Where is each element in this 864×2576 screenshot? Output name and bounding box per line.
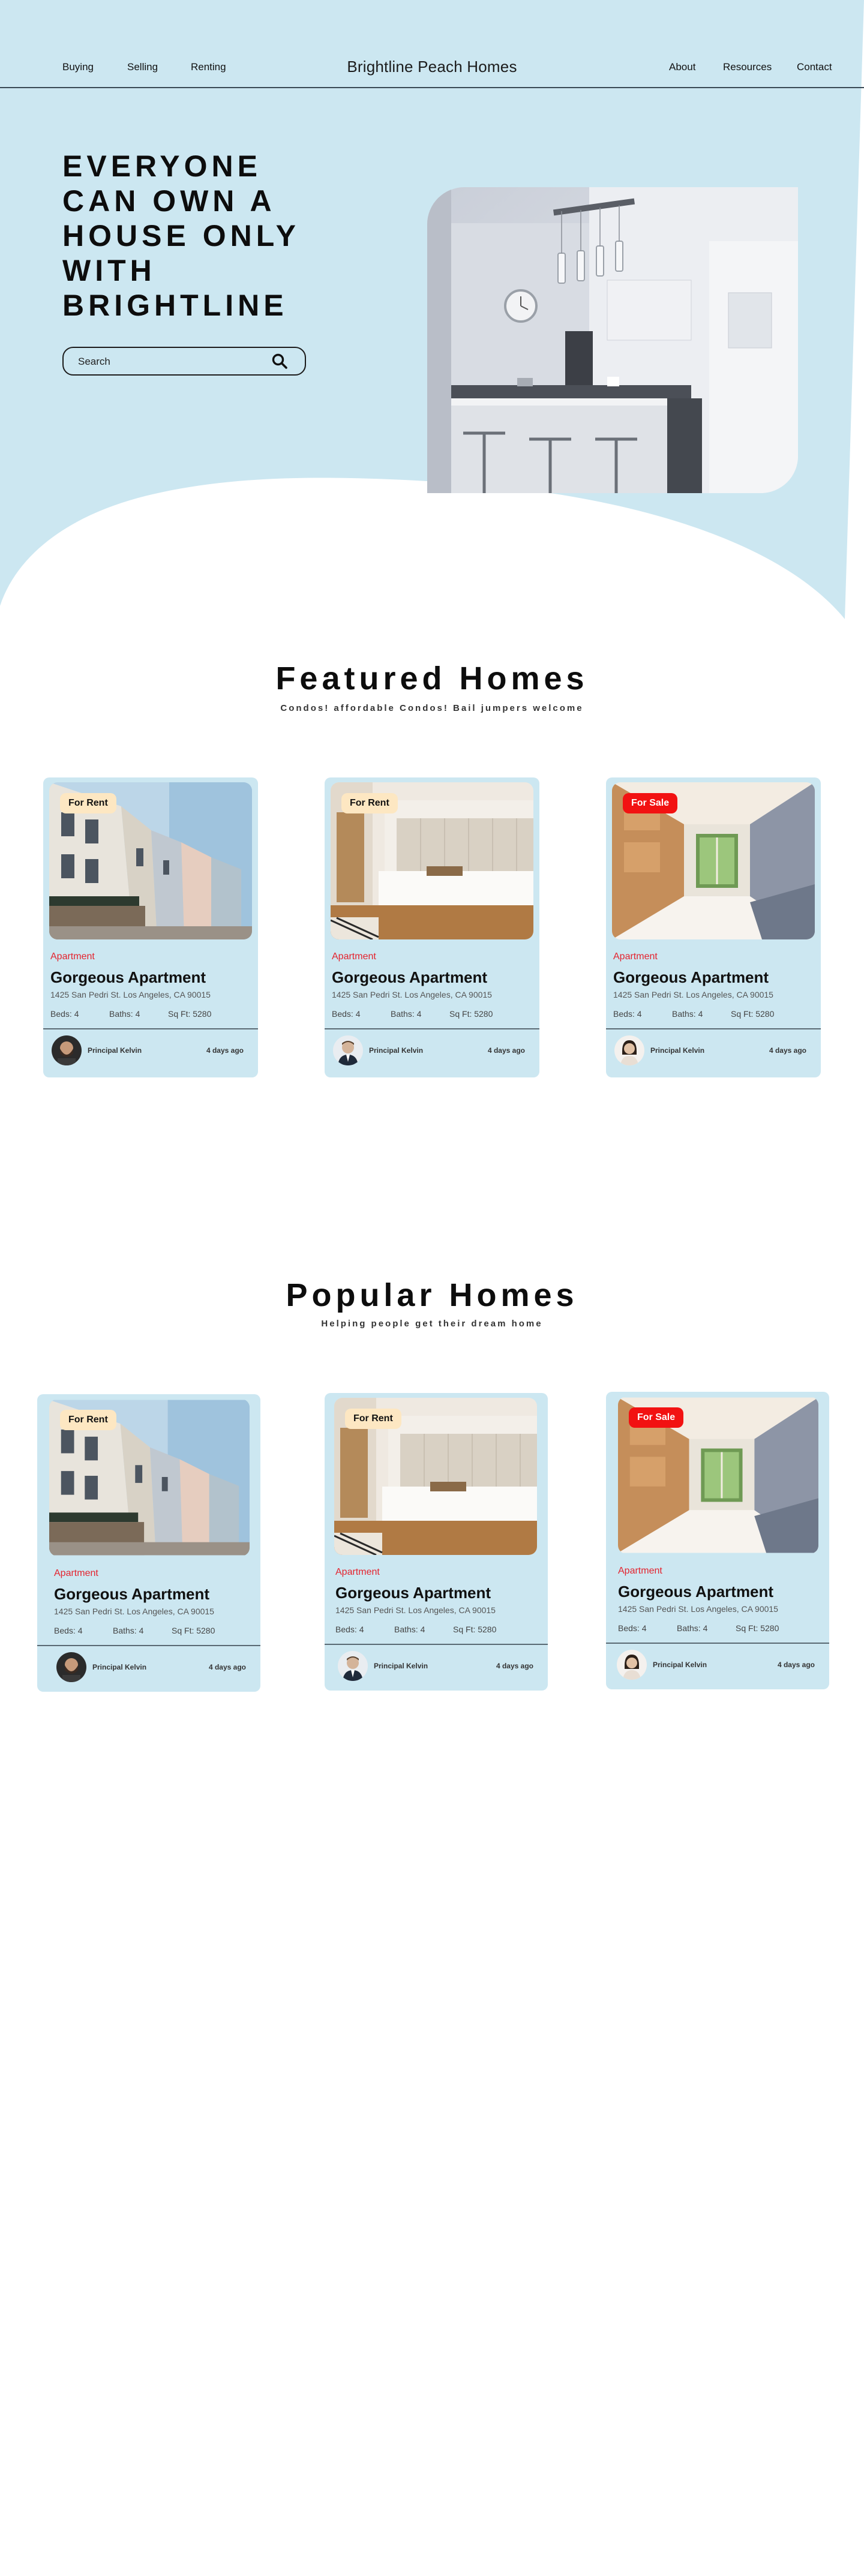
baths-count: Baths: 4 <box>672 1009 703 1019</box>
property-address: 1425 San Pedri St. Los Angeles, CA 90015 <box>50 990 211 999</box>
beds-count: Beds: 4 <box>50 1009 79 1019</box>
beds-count: Beds: 4 <box>618 1623 647 1633</box>
property-name[interactable]: Gorgeous Apartment <box>332 968 487 987</box>
kitchen-interior-photo: For Sale <box>618 1397 818 1554</box>
popular-card-2[interactable]: For Rent Apartment Gorgeous Apartment 14… <box>325 1393 548 1691</box>
search-icon[interactable] <box>271 353 288 370</box>
status-badge: For Rent <box>60 1410 116 1430</box>
sqft-value: Sq Ft: 5280 <box>172 1626 215 1635</box>
sqft-value: Sq Ft: 5280 <box>736 1623 779 1633</box>
agent-name[interactable]: Principal Kelvin <box>374 1662 428 1670</box>
agent-name[interactable]: Principal Kelvin <box>92 1663 146 1671</box>
featured-subtitle: Condos! affordable Condos! Bail jumpers … <box>280 703 584 713</box>
property-name[interactable]: Gorgeous Apartment <box>50 968 206 987</box>
popular-subtitle: Helping people get their dream home <box>321 1319 543 1329</box>
baths-count: Baths: 4 <box>113 1626 144 1635</box>
property-stats: Beds: 4 Baths: 4 Sq Ft: 5280 <box>50 1009 248 1021</box>
bedroom-photo: For Rent <box>334 1398 537 1555</box>
beds-count: Beds: 4 <box>332 1009 361 1019</box>
beds-count: Beds: 4 <box>54 1626 83 1635</box>
agent-name[interactable]: Principal Kelvin <box>650 1046 704 1055</box>
card-divider <box>606 1643 829 1644</box>
baths-count: Baths: 4 <box>109 1009 140 1019</box>
beds-count: Beds: 4 <box>335 1625 364 1634</box>
property-stats: Beds: 4 Baths: 4 Sq Ft: 5280 <box>618 1623 816 1635</box>
property-address: 1425 San Pedri St. Los Angeles, CA 90015 <box>613 990 773 999</box>
popular-card-1[interactable]: For Rent Apartment Gorgeous Apartment 14… <box>37 1394 260 1692</box>
search-bar[interactable] <box>62 347 306 376</box>
street-photo: For Rent <box>49 1399 250 1556</box>
sqft-value: Sq Ft: 5280 <box>449 1009 493 1019</box>
posted-time: 4 days ago <box>487 1046 525 1055</box>
featured-title: Featured Homes <box>275 660 589 696</box>
featured-card-2[interactable]: For Rent Apartment Gorgeous Apartment 14… <box>325 777 539 1077</box>
baths-count: Baths: 4 <box>391 1009 422 1019</box>
status-badge: For Rent <box>341 793 398 813</box>
baths-count: Baths: 4 <box>394 1625 425 1634</box>
property-name[interactable]: Gorgeous Apartment <box>335 1584 491 1602</box>
property-stats: Beds: 4 Baths: 4 Sq Ft: 5280 <box>335 1625 533 1637</box>
property-type: Apartment <box>335 1567 380 1577</box>
agent-name[interactable]: Principal Kelvin <box>653 1661 707 1669</box>
property-type: Apartment <box>618 1566 662 1576</box>
hero-section: Buying Selling Renting Brightline Peach … <box>0 0 864 624</box>
avatar[interactable] <box>338 1651 368 1681</box>
avatar[interactable] <box>333 1035 363 1065</box>
featured-card-1[interactable]: For Rent Apartment Gorgeous Apartment 14… <box>43 777 258 1077</box>
avatar[interactable] <box>614 1035 644 1065</box>
hero-kitchen-image <box>427 187 798 493</box>
avatar[interactable] <box>52 1035 82 1065</box>
property-address: 1425 San Pedri St. Los Angeles, CA 90015 <box>332 990 492 999</box>
nav-contact[interactable]: Contact <box>797 61 832 73</box>
card-divider <box>37 1645 260 1646</box>
sqft-value: Sq Ft: 5280 <box>731 1009 775 1019</box>
baths-count: Baths: 4 <box>677 1623 708 1633</box>
nav-about[interactable]: About <box>669 61 695 73</box>
card-divider <box>606 1028 821 1029</box>
property-name[interactable]: Gorgeous Apartment <box>613 968 769 987</box>
top-navigation: Buying Selling Renting Brightline Peach … <box>0 0 864 88</box>
sqft-value: Sq Ft: 5280 <box>168 1009 212 1019</box>
property-stats: Beds: 4 Baths: 4 Sq Ft: 5280 <box>332 1009 530 1021</box>
posted-time: 4 days ago <box>777 1661 815 1669</box>
posted-time: 4 days ago <box>496 1662 533 1670</box>
status-badge: For Rent <box>60 793 116 813</box>
card-divider <box>43 1028 258 1029</box>
property-address: 1425 San Pedri St. Los Angeles, CA 90015 <box>618 1604 778 1614</box>
card-divider <box>325 1028 539 1029</box>
popular-title: Popular Homes <box>286 1277 578 1313</box>
avatar[interactable] <box>617 1650 647 1680</box>
property-name[interactable]: Gorgeous Apartment <box>54 1585 209 1604</box>
posted-time: 4 days ago <box>206 1046 244 1055</box>
property-stats: Beds: 4 Baths: 4 Sq Ft: 5280 <box>613 1009 811 1021</box>
bedroom-photo: For Rent <box>331 782 533 939</box>
status-badge: For Rent <box>345 1409 401 1429</box>
agent-name[interactable]: Principal Kelvin <box>88 1046 142 1055</box>
kitchen-interior-photo: For Sale <box>612 782 815 939</box>
property-type: Apartment <box>50 951 95 962</box>
property-stats: Beds: 4 Baths: 4 Sq Ft: 5280 <box>54 1626 252 1638</box>
property-type: Apartment <box>332 951 376 962</box>
sqft-value: Sq Ft: 5280 <box>453 1625 497 1634</box>
beds-count: Beds: 4 <box>613 1009 642 1019</box>
card-divider <box>325 1644 548 1645</box>
nav-resources[interactable]: Resources <box>723 61 772 73</box>
hero-headline: EVERYONE CAN OWN A HOUSE ONLY WITH BRIGH… <box>62 149 300 322</box>
posted-time: 4 days ago <box>769 1046 806 1055</box>
property-type: Apartment <box>54 1568 98 1578</box>
property-address: 1425 San Pedri St. Los Angeles, CA 90015 <box>335 1605 496 1615</box>
street-photo: For Rent <box>49 782 252 939</box>
popular-card-3[interactable]: For Sale Apartment Gorgeous Apartment 14… <box>606 1392 829 1689</box>
search-input[interactable] <box>78 355 258 369</box>
posted-time: 4 days ago <box>208 1663 246 1671</box>
agent-name[interactable]: Principal Kelvin <box>369 1046 423 1055</box>
status-badge: For Sale <box>623 793 678 813</box>
status-badge: For Sale <box>629 1407 684 1428</box>
property-address: 1425 San Pedri St. Los Angeles, CA 90015 <box>54 1607 214 1616</box>
property-type: Apartment <box>613 951 658 962</box>
avatar[interactable] <box>56 1652 86 1682</box>
featured-card-3[interactable]: For Sale Apartment Gorgeous Apartment 14… <box>606 777 821 1077</box>
property-name[interactable]: Gorgeous Apartment <box>618 1583 773 1601</box>
